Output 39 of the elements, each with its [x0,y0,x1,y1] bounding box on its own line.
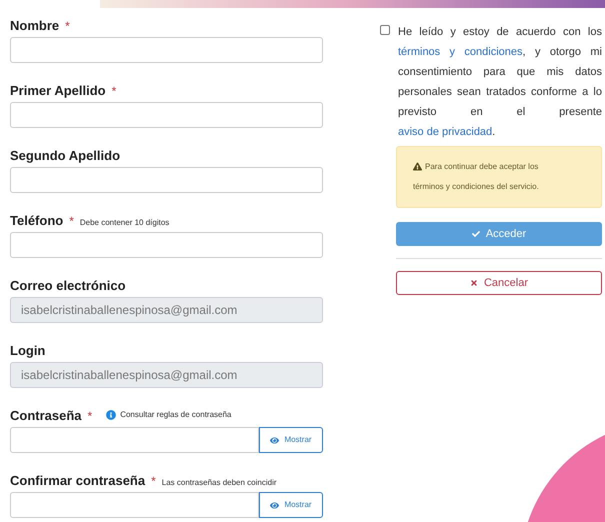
submit-button[interactable]: Acceder [396,222,602,246]
field-hint: Debe contener 10 dígitos [80,217,170,229]
field-label: Contraseña [10,407,82,425]
input-field[interactable]: isabelcristinaballenespinosa@gmail.com [10,297,323,323]
required-mark: * [69,213,74,230]
password-field[interactable] [10,427,259,453]
info-icon [106,410,116,420]
input-field[interactable]: isabelcristinaballenespinosa@gmail.com [10,362,323,388]
field-label: Confirmar contraseña [10,472,146,490]
eye-icon [270,500,280,510]
field-label: Correo electrónico [10,277,126,295]
field-label: Teléfono [10,212,64,230]
show-password-button[interactable]: Mostrar [259,427,323,453]
password-field[interactable] [10,492,259,518]
consent-text: He leído y estoy de acuerdo con los términos y condiciones, y otorgo mi consentimiento para que mis datos personales sean tratados conforme a lo previsto en el presente aviso de privacidad. [398,25,602,140]
field-label: Login [10,342,46,360]
close-icon [470,279,478,287]
required-mark: * [112,83,116,100]
required-mark: * [151,473,156,490]
eye-icon [270,436,280,444]
required-mark: * [65,18,70,35]
field-label: Segundo Apellido [10,147,120,165]
field-label: Nombre [10,17,60,35]
warning-icon [413,162,422,172]
required-mark: * [88,408,92,425]
input-field[interactable] [10,102,323,128]
input-field[interactable] [10,37,323,63]
show-password-button[interactable]: Mostrar [259,492,323,518]
consent-link[interactable]: términos y condiciones [398,46,523,58]
password-rules-link[interactable]: Consultar reglas de contraseña [120,409,232,421]
consent-checkbox[interactable] [380,25,390,35]
cancel-button[interactable]: Cancelar [396,271,602,295]
field-label: Primer Apellido [10,82,106,100]
field-hint: Las contraseñas deben coincidir [162,477,277,489]
consent-link[interactable]: aviso de privacidad [398,126,492,138]
input-field[interactable] [10,232,323,258]
warning-text: Para continuar debe aceptar los términos y condiciones del servicio. [413,161,540,193]
input-field[interactable] [10,167,323,193]
check-icon [472,230,480,238]
